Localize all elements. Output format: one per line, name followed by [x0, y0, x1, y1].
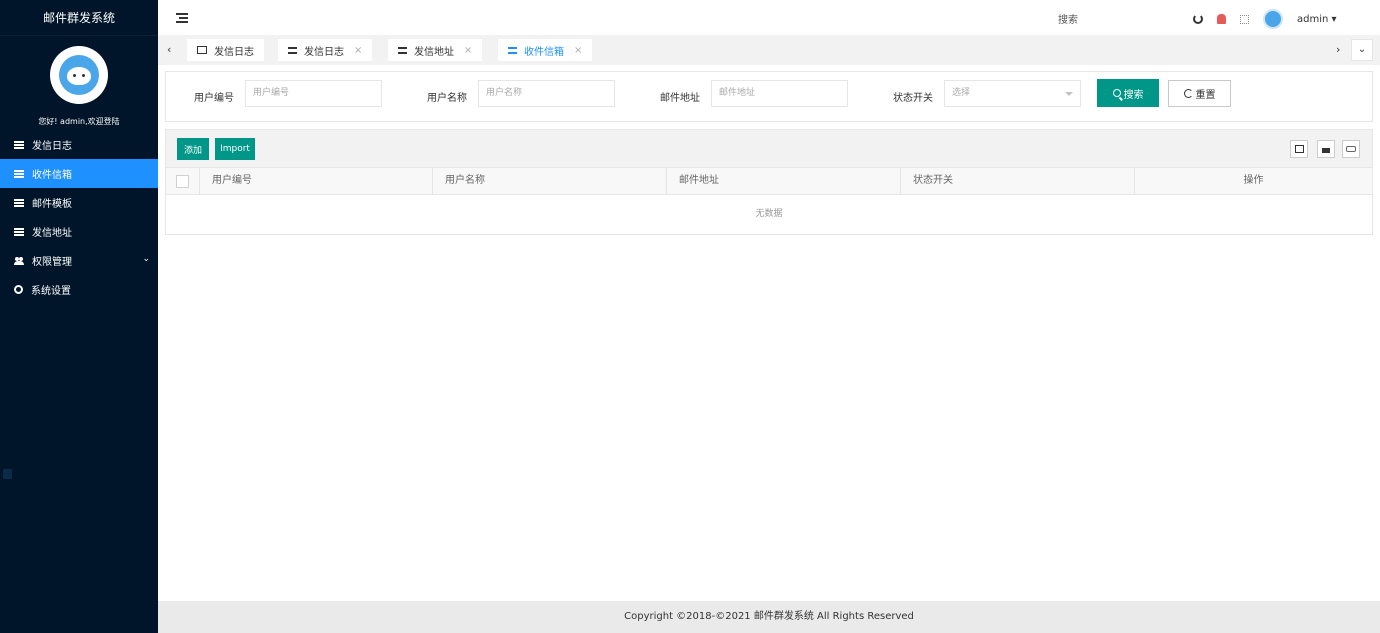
refresh-icon[interactable]: [1193, 14, 1203, 24]
chevron-down-icon: ⌄: [142, 254, 150, 264]
sidebar-item-label: 权限管理: [32, 257, 72, 268]
tab-next-icon[interactable]: ›: [1336, 43, 1340, 56]
sidebar-item-inbox[interactable]: 收件信箱: [0, 159, 158, 188]
select-all-cell: [166, 168, 200, 194]
sidebar: 邮件群发系统 您好! admin,欢迎登陆 发信日志 收件信箱 邮件模板 发信地…: [0, 0, 158, 633]
status-label: 状态开关: [893, 93, 933, 104]
app-title: 邮件群发系统: [0, 0, 158, 36]
search-button[interactable]: 搜索: [1097, 79, 1159, 107]
list-icon: [288, 46, 297, 54]
search-icon: [1112, 89, 1121, 97]
avatar-face-icon: [59, 55, 99, 95]
tab-label: 发信日志: [304, 46, 344, 58]
bell-icon[interactable]: [1217, 14, 1226, 24]
reset-button-label: 重置: [1195, 90, 1216, 101]
fullscreen-icon[interactable]: [1240, 14, 1249, 24]
avatar[interactable]: [50, 46, 108, 104]
list-icon: [14, 169, 24, 178]
email-input[interactable]: 邮件地址: [711, 80, 848, 107]
sidebar-item-label: 系统设置: [31, 286, 71, 297]
column-actions: 操作: [1243, 175, 1264, 186]
list-icon: [14, 140, 24, 149]
header-search[interactable]: 搜索: [1058, 11, 1078, 26]
footer: Copyright ©2018-©2021 邮件群发系统 All Rights …: [158, 601, 1380, 633]
list-icon: [508, 46, 517, 54]
import-button[interactable]: Import: [215, 138, 255, 160]
table-toolbar: 添加 Import: [166, 130, 1372, 167]
sidebar-item-sender-address[interactable]: 发信地址: [0, 217, 158, 246]
sidebar-item-send-log[interactable]: 发信日志: [0, 130, 158, 159]
email-label: 邮件地址: [660, 93, 700, 104]
close-icon[interactable]: ×: [464, 45, 472, 56]
sidebar-item-label: 邮件模板: [32, 199, 72, 210]
top-header: 搜索 admin ▾: [158, 0, 1380, 35]
user-id-label: 用户编号: [194, 93, 234, 104]
tab-label: 发信地址: [414, 46, 454, 58]
search-form: 用户编号 用户编号 用户名称 用户名称 邮件地址 邮件地址 状态开关 选择 搜索…: [165, 71, 1373, 122]
sidebar-item-settings[interactable]: 系统设置: [0, 275, 158, 304]
print-icon: [1346, 146, 1356, 152]
gear-icon: [14, 285, 23, 294]
user-id-input[interactable]: 用户编号: [245, 80, 382, 107]
column-email[interactable]: 邮件地址: [667, 168, 901, 194]
user-name-input[interactable]: 用户名称: [478, 80, 615, 107]
users-icon: [14, 256, 24, 265]
column-user-name[interactable]: 用户名称: [433, 168, 667, 194]
tab-send-log[interactable]: 发信日志 ×: [278, 39, 373, 61]
user-profile: 您好! admin,欢迎登陆: [0, 36, 158, 130]
list-icon: [398, 46, 407, 54]
caret-down-icon: [1065, 92, 1073, 96]
status-select-value: 选择: [952, 88, 971, 98]
select-all-checkbox[interactable]: [176, 174, 189, 188]
search-button-label: 搜索: [1123, 89, 1144, 101]
table-header: 用户编号 用户名称 邮件地址 状态开关 操作: [166, 167, 1372, 195]
menu-fold-icon[interactable]: [176, 12, 188, 23]
tab-send-log-home[interactable]: 发信日志: [187, 39, 264, 61]
columns-icon: [1294, 145, 1304, 153]
data-table: 添加 Import 用户编号 用户名称 邮件地址 状态开关 操作 无数据: [165, 129, 1373, 235]
export-button[interactable]: [1317, 140, 1335, 158]
reset-button[interactable]: 重置: [1168, 80, 1231, 107]
tab-label: 发信日志: [214, 46, 254, 58]
sidebar-item-label: 发信日志: [32, 141, 72, 152]
header-avatar[interactable]: [1263, 9, 1283, 29]
columns-filter-button[interactable]: [1290, 140, 1308, 158]
sidebar-item-label: 收件信箱: [32, 170, 72, 181]
app-root: 邮件群发系统 您好! admin,欢迎登陆 发信日志 收件信箱 邮件模板 发信地…: [0, 0, 1380, 633]
tab-prev-icon[interactable]: ‹: [167, 43, 171, 56]
monitor-icon: [197, 46, 207, 54]
sidebar-item-templates[interactable]: 邮件模板: [0, 188, 158, 217]
refresh-icon: [1183, 89, 1193, 98]
add-button[interactable]: 添加: [177, 138, 209, 160]
print-button[interactable]: [1342, 140, 1360, 158]
list-icon: [14, 227, 24, 236]
sidebar-item-label: 发信地址: [32, 228, 72, 239]
user-menu[interactable]: admin ▾: [1297, 14, 1337, 25]
tab-sender-address[interactable]: 发信地址 ×: [388, 39, 483, 61]
user-name-label: 用户名称: [427, 93, 467, 104]
close-icon[interactable]: ×: [574, 45, 582, 56]
sidebar-menu: 发信日志 收件信箱 邮件模板 发信地址 权限管理 ⌄ 系统设置: [0, 130, 158, 304]
tab-menu-icon[interactable]: ⌄: [1351, 39, 1373, 61]
status-select[interactable]: 选择: [944, 80, 1081, 107]
export-icon: [1322, 148, 1330, 153]
list-icon: [14, 198, 24, 207]
empty-state: 无数据: [755, 209, 783, 219]
column-status[interactable]: 状态开关: [901, 168, 1135, 194]
welcome-text: 您好! admin,欢迎登陆: [38, 117, 120, 126]
sidebar-item-permissions[interactable]: 权限管理 ⌄: [0, 246, 158, 275]
sidebar-collapse-handle[interactable]: [3, 469, 12, 479]
column-user-id[interactable]: 用户编号: [200, 168, 433, 194]
close-icon[interactable]: ×: [354, 45, 362, 56]
header-actions: admin ▾: [1193, 9, 1337, 29]
tab-label: 收件信箱: [524, 46, 564, 58]
tab-inbox[interactable]: 收件信箱 ×: [498, 39, 593, 61]
tab-bar: ‹ 发信日志 发信日志 × 发信地址 × 收件信箱 × › ⌄: [158, 35, 1380, 65]
